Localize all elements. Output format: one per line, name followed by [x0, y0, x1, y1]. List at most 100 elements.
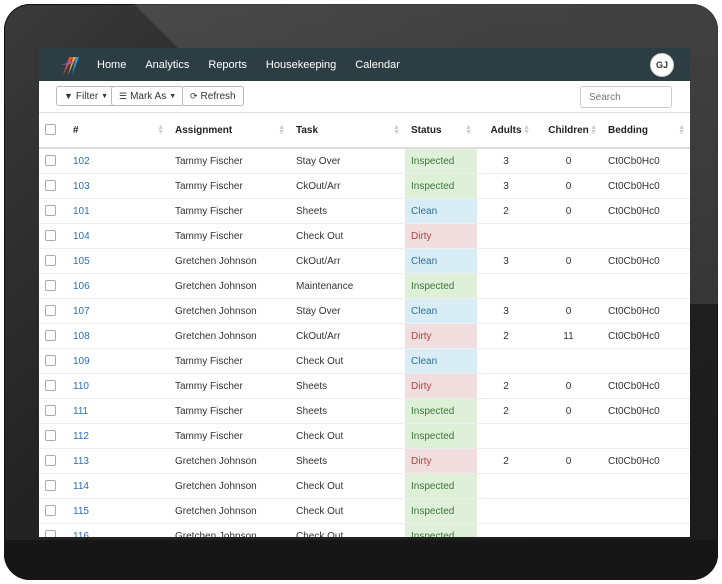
filter-label: Filter: [75, 90, 99, 102]
room-number[interactable]: 106: [67, 273, 169, 299]
table-row[interactable]: 111 Tammy Fischer Sheets Inspected 2 0 Ct0Cb0H…: [39, 398, 690, 424]
table-row[interactable]: 112 Tammy Fischer Check Out Inspected: [39, 423, 690, 449]
nav-reports[interactable]: Reports: [208, 59, 247, 71]
bedding-cell: Ct0Cb0Hc0: [602, 198, 690, 224]
app-logo[interactable]: [59, 53, 83, 77]
room-number[interactable]: 115: [67, 498, 169, 524]
room-number[interactable]: 114: [67, 473, 169, 499]
table-row[interactable]: 104 Tammy Fischer Check Out Dirty: [39, 223, 690, 249]
table-row[interactable]: 114 Gretchen Johnson Check Out Inspected: [39, 473, 690, 499]
refresh-button[interactable]: ⟳ Refresh: [182, 86, 244, 106]
user-avatar[interactable]: GJ: [650, 53, 674, 77]
row-checkbox[interactable]: [45, 180, 56, 192]
room-number[interactable]: 101: [67, 198, 169, 224]
select-all-cell: [39, 113, 67, 149]
status-cell: Clean: [405, 198, 477, 224]
bedding-cell: Ct0Cb0Hc0: [602, 448, 690, 474]
table-row[interactable]: 102 Tammy Fischer Stay Over Inspected 3 0 Ct0C…: [39, 147, 690, 174]
assignment-cell: Gretchen Johnson: [169, 498, 290, 524]
room-number[interactable]: 102: [67, 147, 169, 174]
nav-calendar[interactable]: Calendar: [355, 59, 400, 71]
table-row[interactable]: 107 Gretchen Johnson Stay Over Clean 3 0 Ct0Cb…: [39, 298, 690, 324]
row-checkbox[interactable]: [45, 380, 56, 392]
row-checkbox[interactable]: [45, 305, 56, 317]
table-row[interactable]: 106 Gretchen Johnson Maintenance Inspected: [39, 273, 690, 299]
children-cell: 0: [535, 398, 602, 424]
table-row[interactable]: 101 Tammy Fischer Sheets Clean 2 0 Ct0Cb0Hc0: [39, 198, 690, 224]
children-cell: [535, 523, 602, 537]
mark-as-label: Mark As: [130, 90, 167, 102]
assignment-cell: Tammy Fischer: [169, 398, 290, 424]
children-cell: [535, 473, 602, 499]
table-row[interactable]: 115 Gretchen Johnson Check Out Inspected: [39, 498, 690, 524]
row-checkbox[interactable]: [45, 230, 56, 242]
row-checkbox[interactable]: [45, 155, 56, 167]
row-checkbox[interactable]: [45, 255, 56, 267]
bedding-cell: Ct0Cb0Hc0: [602, 147, 690, 174]
nav-analytics[interactable]: Analytics: [145, 59, 189, 71]
row-checkbox-cell: [39, 323, 67, 349]
filter-button[interactable]: ▼ Filter ▼: [56, 86, 117, 106]
column-header-assignment[interactable]: Assignment ▲ ▼: [169, 113, 290, 149]
adults-cell: [477, 223, 535, 249]
search-input[interactable]: [580, 86, 672, 108]
housekeeping-table: # ▲ ▼ Assignment ▲ ▼ Task ▲ ▼ Status ▲ ▼ Adults ▲…: [39, 113, 690, 537]
row-checkbox[interactable]: [45, 530, 56, 537]
row-checkbox-cell: [39, 523, 67, 537]
column-header-children[interactable]: Children ▲ ▼: [535, 113, 602, 149]
row-checkbox-cell: [39, 423, 67, 449]
room-number[interactable]: 109: [67, 348, 169, 374]
row-checkbox[interactable]: [45, 405, 56, 417]
bedding-cell: [602, 223, 690, 249]
column-header-number[interactable]: # ▲ ▼: [67, 113, 169, 149]
caret-down-icon: ▼: [101, 92, 109, 100]
row-checkbox[interactable]: [45, 205, 56, 217]
table-row[interactable]: 108 Gretchen Johnson CkOut/Arr Dirty 2 11 Ct0C…: [39, 323, 690, 349]
row-checkbox-cell: [39, 273, 67, 299]
row-checkbox-cell: [39, 373, 67, 399]
mark-as-button[interactable]: ☰ Mark As ▼: [111, 86, 185, 106]
nav-home[interactable]: Home: [97, 59, 126, 71]
table-row[interactable]: 105 Gretchen Johnson CkOut/Arr Clean 3 0 Ct0Cb…: [39, 248, 690, 274]
room-number[interactable]: 113: [67, 448, 169, 474]
assignment-cell: Gretchen Johnson: [169, 323, 290, 349]
row-checkbox[interactable]: [45, 455, 56, 467]
table-row[interactable]: 103 Tammy Fischer CkOut/Arr Inspected 3 0 Ct0C…: [39, 173, 690, 199]
room-number[interactable]: 116: [67, 523, 169, 537]
table-row[interactable]: 109 Tammy Fischer Check Out Clean: [39, 348, 690, 374]
room-number[interactable]: 111: [67, 398, 169, 424]
column-header-bedding[interactable]: Bedding ▲ ▼: [602, 113, 690, 149]
room-number[interactable]: 103: [67, 173, 169, 199]
room-number[interactable]: 112: [67, 423, 169, 449]
room-number[interactable]: 105: [67, 248, 169, 274]
row-checkbox[interactable]: [45, 355, 56, 367]
assignment-cell: Gretchen Johnson: [169, 298, 290, 324]
room-number[interactable]: 108: [67, 323, 169, 349]
row-checkbox[interactable]: [45, 430, 56, 442]
room-number[interactable]: 107: [67, 298, 169, 324]
column-header-adults[interactable]: Adults ▲ ▼: [477, 113, 535, 149]
column-header-status[interactable]: Status ▲ ▼: [405, 113, 477, 149]
task-cell: Check Out: [290, 498, 405, 524]
bedding-cell: [602, 498, 690, 524]
children-cell: 0: [535, 448, 602, 474]
room-number[interactable]: 104: [67, 223, 169, 249]
table-row[interactable]: 113 Gretchen Johnson Sheets Dirty 2 0 Ct0Cb0Hc…: [39, 448, 690, 474]
assignment-cell: Tammy Fischer: [169, 173, 290, 199]
row-checkbox[interactable]: [45, 480, 56, 492]
row-checkbox[interactable]: [45, 505, 56, 517]
task-cell: Sheets: [290, 398, 405, 424]
status-cell: Clean: [405, 298, 477, 324]
task-cell: Check Out: [290, 223, 405, 249]
column-header-task[interactable]: Task ▲ ▼: [290, 113, 405, 149]
list-icon: ☰: [119, 90, 128, 101]
bedding-cell: [602, 523, 690, 537]
row-checkbox[interactable]: [45, 280, 56, 292]
row-checkbox[interactable]: [45, 330, 56, 342]
table-row[interactable]: 116 Gretchen Johnson Check Out Inspected: [39, 523, 690, 537]
table-row[interactable]: 110 Tammy Fischer Sheets Dirty 2 0 Ct0Cb0Hc0: [39, 373, 690, 399]
nav-housekeeping[interactable]: Housekeeping: [266, 59, 336, 71]
select-all-checkbox[interactable]: [45, 124, 56, 136]
bedding-cell: Ct0Cb0Hc0: [602, 298, 690, 324]
room-number[interactable]: 110: [67, 373, 169, 399]
